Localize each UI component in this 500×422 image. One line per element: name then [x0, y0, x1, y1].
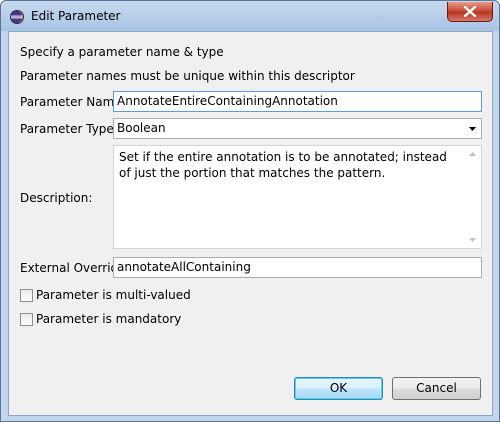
- multivalued-label[interactable]: Parameter is multi-valued: [36, 288, 191, 302]
- close-icon: [463, 6, 477, 17]
- description-label: Description:: [20, 191, 93, 205]
- parameter-name-input[interactable]: AnnotateEntireContainingAnnotation: [113, 91, 482, 112]
- mandatory-label[interactable]: Parameter is mandatory: [36, 312, 181, 326]
- eclipse-icon: [9, 9, 25, 25]
- dialog-content: Specify a parameter name & type Paramete…: [8, 31, 493, 416]
- ok-button[interactable]: OK: [294, 377, 383, 400]
- parameter-name-label: Parameter Name: [20, 95, 122, 109]
- mandatory-checkbox[interactable]: [20, 313, 33, 326]
- scroll-up-icon[interactable]: [469, 152, 476, 156]
- multivalued-checkbox[interactable]: [20, 289, 33, 302]
- intro-line-2: Parameter names must be unique within th…: [20, 69, 355, 83]
- intro-line-1: Specify a parameter name & type: [20, 45, 224, 59]
- cancel-button[interactable]: Cancel: [392, 377, 481, 400]
- description-textarea[interactable]: Set if the entire annotation is to be an…: [113, 145, 482, 249]
- parameter-type-value: Boolean: [117, 121, 166, 135]
- edit-parameter-dialog: Edit Parameter Specify a parameter name …: [0, 0, 500, 422]
- description-text: Set if the entire annotation is to be an…: [119, 150, 447, 180]
- external-override-input[interactable]: annotateAllContaining: [113, 257, 482, 278]
- window-title: Edit Parameter: [31, 9, 121, 23]
- parameter-type-label: Parameter Type: [20, 122, 114, 136]
- chevron-down-icon[interactable]: [464, 119, 481, 138]
- scroll-down-icon[interactable]: [469, 238, 476, 242]
- description-scrollbar[interactable]: [464, 146, 481, 248]
- close-button[interactable]: [447, 2, 493, 22]
- external-override-label: External Override: [20, 261, 126, 275]
- title-bar[interactable]: Edit Parameter: [1, 1, 499, 31]
- parameter-type-select[interactable]: Boolean: [113, 118, 482, 139]
